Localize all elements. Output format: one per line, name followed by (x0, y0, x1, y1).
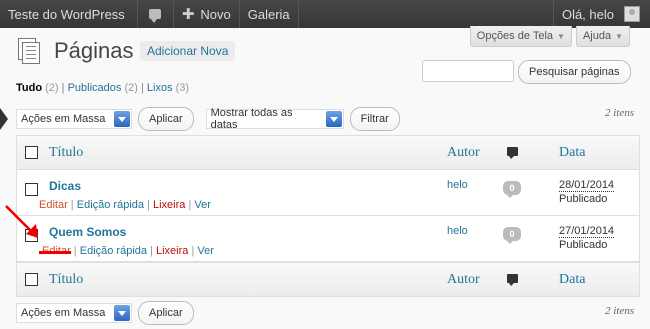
site-name-link[interactable]: Teste do WordPress (0, 0, 138, 28)
row-title-link[interactable]: Dicas (49, 179, 81, 193)
row-actions: Editar | Edição rápida | Lixeira | Ver (39, 199, 211, 211)
pages-table: Título Autor Data Dicas Editar | Edição … (16, 135, 640, 297)
filter-separator: | (61, 82, 65, 94)
admin-bar: Teste do WordPress ✚ Novo Galeria Olá, he… (0, 0, 650, 28)
row-checkbox[interactable] (25, 183, 38, 196)
row-title-link[interactable]: Quem Somos (49, 225, 126, 239)
chevron-down-icon: ▼ (615, 31, 623, 41)
column-author: Autor (447, 144, 480, 160)
comment-count-badge[interactable]: 0 (503, 227, 521, 244)
bulk-action-select[interactable]: Ações em Massa (16, 303, 132, 323)
edit-link[interactable]: Editar (39, 199, 68, 211)
search-input[interactable] (422, 60, 514, 82)
table-row: Quem Somos Editar | Edição rápida | Lixe… (17, 216, 639, 262)
search-box: Pesquisar páginas (422, 60, 631, 84)
column-title[interactable]: Título (49, 145, 83, 161)
comments-column-icon[interactable] (507, 147, 518, 159)
chevron-down-icon (114, 305, 130, 321)
bulk-action-select[interactable]: Ações em Massa (16, 109, 132, 129)
comment-count-badge[interactable]: 0 (503, 181, 521, 198)
column-author: Autor (447, 271, 480, 287)
gallery-menu[interactable]: Galeria (240, 0, 299, 28)
table-header: Título Autor Data (17, 136, 639, 170)
site-name: Teste do WordPress (8, 6, 125, 22)
admin-bar-spacer (299, 0, 554, 28)
filter-published[interactable]: Publicados (68, 82, 122, 94)
filter-published-count: (2) (124, 82, 138, 94)
search-button[interactable]: Pesquisar páginas (518, 60, 631, 84)
column-date[interactable]: Data (559, 145, 585, 161)
tablenav-top: Ações em Massa Aplicar Mostrar todas as … (16, 107, 400, 131)
avatar (624, 6, 640, 22)
howdy-label: Olá, helo (561, 6, 614, 22)
tablenav-bottom: Ações em Massa Aplicar (16, 301, 194, 325)
row-date: 28/01/2014 Publicado (559, 178, 615, 206)
filter-trash[interactable]: Lixos (147, 82, 173, 94)
row-author-link[interactable]: helo (447, 225, 468, 237)
view-link[interactable]: Ver (194, 199, 211, 211)
screen-meta-links: Opções de Tela ▼ Ajuda ▼ (469, 26, 630, 47)
filter-trash-count: (3) (175, 82, 190, 94)
quick-edit-link[interactable]: Edição rápida (77, 199, 144, 211)
select-all-checkbox[interactable] (25, 146, 38, 159)
date-filter-value: Mostrar todas as datas (210, 107, 293, 131)
new-content-menu[interactable]: ✚ Novo (174, 0, 240, 28)
annotation-underline (39, 251, 71, 254)
date-value: 28/01/2014 (559, 179, 615, 192)
date-filter-select[interactable]: Mostrar todas as datas (205, 107, 344, 131)
screen-options-button[interactable]: Opções de Tela ▼ (469, 26, 572, 47)
filter-all-count: (2) (45, 82, 59, 94)
apply-button[interactable]: Aplicar (138, 301, 194, 325)
filter-separator: | (140, 82, 144, 94)
select-all-checkbox[interactable] (25, 273, 38, 286)
comments-menu[interactable] (138, 0, 174, 28)
status-label: Publicado (559, 239, 608, 251)
status-label: Publicado (559, 193, 608, 205)
bulk-action-value: Ações em Massa (21, 113, 106, 125)
filter-all[interactable]: Tudo (16, 82, 42, 94)
trash-link[interactable]: Lixeira (153, 199, 185, 211)
new-label: Novo (200, 6, 231, 22)
column-date[interactable]: Data (559, 272, 585, 288)
row-date: 27/01/2014 Publicado (559, 224, 615, 252)
left-edge-marker (0, 108, 8, 130)
page-title: Páginas (54, 38, 134, 63)
plus-icon: ✚ (181, 6, 195, 23)
status-filters: Tudo (2) | Publicados (2) | Lixos (3) (16, 82, 189, 94)
row-author-link[interactable]: helo (447, 179, 468, 191)
table-row: Dicas Editar | Edição rápida | Lixeira |… (17, 170, 639, 216)
chevron-down-icon (325, 111, 342, 127)
trash-link[interactable]: Lixeira (156, 245, 188, 257)
items-count: 2 itens (604, 107, 634, 119)
view-link[interactable]: Ver (197, 245, 214, 257)
bulk-action-value: Ações em Massa (21, 307, 106, 319)
date-value: 27/01/2014 (559, 225, 615, 238)
annotation-arrow-icon (5, 205, 38, 238)
screen-options-label: Opções de Tela (476, 30, 554, 42)
quick-edit-link[interactable]: Edição rápida (80, 245, 147, 257)
help-button[interactable]: Ajuda ▼ (575, 26, 630, 47)
chevron-down-icon: ▼ (557, 31, 565, 41)
column-title[interactable]: Título (49, 272, 83, 288)
apply-button[interactable]: Aplicar (138, 107, 194, 131)
filter-button[interactable]: Filtrar (349, 107, 400, 131)
comment-bubble-icon (149, 9, 162, 23)
help-label: Ajuda (582, 30, 612, 42)
account-menu[interactable]: Olá, helo (554, 0, 650, 28)
add-new-button[interactable]: Adicionar Nova (140, 41, 236, 61)
pages-icon (16, 36, 44, 66)
chevron-down-icon (114, 111, 130, 127)
items-count: 2 itens (604, 305, 634, 317)
gallery-label: Galeria (247, 6, 290, 22)
table-footer: Título Autor Data (17, 262, 639, 296)
comments-column-icon[interactable] (507, 274, 518, 286)
